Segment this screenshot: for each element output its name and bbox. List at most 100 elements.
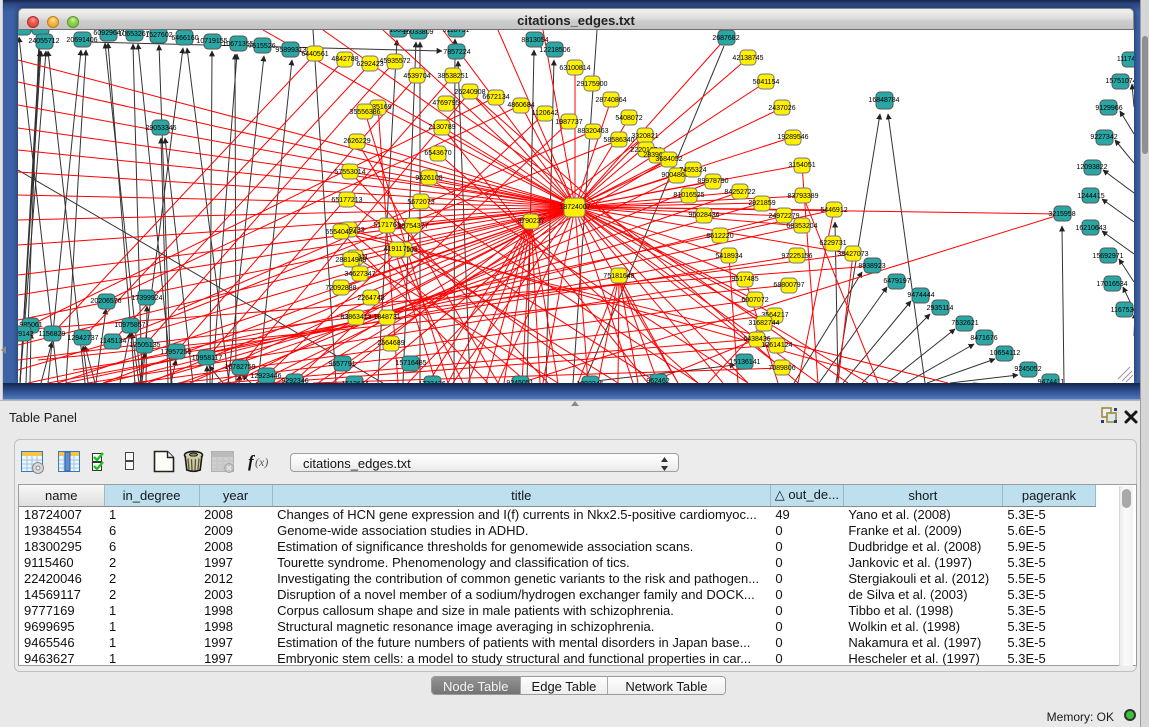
svg-text:17016534: 17016534 <box>1096 281 1127 288</box>
svg-text:34627347: 34627347 <box>344 271 375 278</box>
svg-text:3684052: 3684052 <box>655 156 682 163</box>
svg-text:35556386: 35556386 <box>349 109 380 116</box>
svg-text:2687682: 2687682 <box>712 35 739 42</box>
svg-text:18724007: 18724007 <box>559 204 590 211</box>
svg-text:1120642: 1120642 <box>532 110 559 117</box>
svg-text:7515526: 7515526 <box>248 43 275 50</box>
svg-text:3320821: 3320821 <box>631 133 658 140</box>
svg-text:1244415: 1244415 <box>1077 193 1104 200</box>
svg-text:10958117: 10958117 <box>192 355 223 362</box>
svg-text:16210643: 16210643 <box>1075 225 1106 232</box>
svg-text:5418934: 5418934 <box>715 253 742 260</box>
svg-text:72092888: 72092888 <box>325 285 356 292</box>
svg-text:10654112: 10654112 <box>990 350 1021 357</box>
svg-text:3741438: 3741438 <box>26 30 53 32</box>
svg-text:1156829: 1156829 <box>39 331 66 338</box>
svg-text:9129966: 9129966 <box>1095 105 1122 112</box>
svg-text:4539704: 4539704 <box>403 73 430 80</box>
svg-text:1527602: 1527602 <box>145 32 172 39</box>
svg-text:55540424: 55540424 <box>325 229 356 236</box>
svg-text:2437026: 2437026 <box>768 105 795 112</box>
svg-text:17957255: 17957255 <box>160 349 191 356</box>
svg-text:6440561: 6440561 <box>301 51 328 58</box>
svg-text:15716485: 15716485 <box>395 360 426 367</box>
svg-text:38538251: 38538251 <box>437 73 468 80</box>
svg-text:7857224: 7857224 <box>443 49 470 56</box>
svg-text:28814949: 28814949 <box>335 257 366 264</box>
svg-text:8612220: 8612220 <box>706 233 733 240</box>
svg-text:89978790: 89978790 <box>697 178 728 185</box>
svg-text:1117457: 1117457 <box>1117 56 1134 63</box>
svg-text:5408072: 5408072 <box>615 115 642 122</box>
svg-text:9626108: 9626108 <box>415 175 442 182</box>
svg-text:38427073: 38427073 <box>837 251 868 258</box>
svg-text:9474444: 9474444 <box>907 292 934 299</box>
svg-text:7455324: 7455324 <box>679 167 706 174</box>
svg-text:6007072: 6007072 <box>741 297 768 304</box>
svg-text:3215958: 3215958 <box>1048 211 1075 218</box>
svg-text:15692971: 15692971 <box>1092 253 1123 260</box>
svg-text:4842788: 4842788 <box>331 56 358 63</box>
svg-text:6543670: 6543670 <box>424 150 451 157</box>
svg-text:84252722: 84252722 <box>724 189 755 196</box>
svg-text:9657791: 9657791 <box>328 361 355 368</box>
svg-text:20206576: 20206576 <box>90 298 121 305</box>
svg-text:6466160: 6466160 <box>171 35 198 42</box>
svg-text:75181648: 75181648 <box>603 273 634 280</box>
svg-text:16782759: 16782759 <box>224 364 255 371</box>
svg-text:88320463: 88320463 <box>577 128 608 135</box>
svg-text:12614124: 12614124 <box>761 342 792 349</box>
svg-text:5672073: 5672073 <box>407 199 434 206</box>
svg-text:15136141: 15136141 <box>729 359 760 366</box>
svg-text:83863413: 83863413 <box>340 314 371 321</box>
svg-text:12218506: 12218506 <box>539 47 570 54</box>
svg-text:12093822: 12093822 <box>1076 164 1107 171</box>
svg-text:7632621: 7632621 <box>951 320 978 327</box>
svg-text:16033809: 16033809 <box>402 30 433 36</box>
svg-text:4769795: 4769795 <box>432 100 459 107</box>
svg-text:12505135: 12505135 <box>129 342 160 349</box>
svg-text:24055712: 24055712 <box>28 38 59 45</box>
svg-text:6672134: 6672134 <box>482 94 509 101</box>
svg-text:31682744: 31682744 <box>748 320 779 327</box>
svg-text:1167534: 1167534 <box>1111 307 1134 314</box>
svg-text:10975857: 10975857 <box>114 322 145 329</box>
svg-text:3154051: 3154051 <box>788 162 815 169</box>
svg-text:3790237: 3790237 <box>517 218 544 225</box>
svg-text:29175900: 29175900 <box>576 81 607 88</box>
svg-text:6229731: 6229731 <box>819 240 846 247</box>
svg-text:4191175: 4191175 <box>384 246 411 253</box>
svg-text:939143: 939143 <box>18 331 34 338</box>
svg-text:5041154: 5041154 <box>753 79 780 86</box>
svg-text:8471676: 8471676 <box>970 335 997 342</box>
svg-text:96028436: 96028436 <box>688 212 719 219</box>
svg-text:2564689: 2564689 <box>377 340 404 347</box>
svg-text:19289546: 19289546 <box>777 134 808 141</box>
svg-text:1848731: 1848731 <box>373 314 400 321</box>
svg-text:65177213: 65177213 <box>331 197 362 204</box>
svg-text:20691406: 20691406 <box>66 37 97 44</box>
svg-text:(x): (x) <box>255 455 268 469</box>
svg-text:45935572: 45935572 <box>379 58 410 65</box>
svg-text:9227342: 9227342 <box>1090 134 1117 141</box>
svg-text:2264748: 2264748 <box>357 295 384 302</box>
svg-text:8938923: 8938923 <box>858 263 885 270</box>
svg-text:97225156: 97225156 <box>781 253 812 260</box>
svg-text:8813054: 8813054 <box>521 37 548 44</box>
svg-text:57553014: 57553014 <box>334 169 365 176</box>
svg-text:5171761: 5171761 <box>373 222 400 229</box>
svg-text:1987737: 1987737 <box>555 119 582 126</box>
svg-text:9110731: 9110731 <box>443 30 470 34</box>
svg-text:12923446: 12923446 <box>250 373 281 380</box>
svg-text:2626229: 2626229 <box>343 138 370 145</box>
svg-text:1145134: 1145134 <box>100 338 127 345</box>
svg-text:15751074: 15751074 <box>1105 78 1134 85</box>
svg-text:42138745: 42138745 <box>732 55 763 62</box>
svg-text:81016525: 81016525 <box>673 192 704 199</box>
svg-text:83793389: 83793389 <box>787 193 818 200</box>
svg-text:38754377: 38754377 <box>397 223 428 230</box>
svg-text:12942737: 12942737 <box>67 335 98 342</box>
svg-text:5446912: 5446912 <box>820 207 847 214</box>
svg-text:4860684: 4860684 <box>507 102 534 109</box>
svg-text:6479197: 6479197 <box>883 278 910 285</box>
